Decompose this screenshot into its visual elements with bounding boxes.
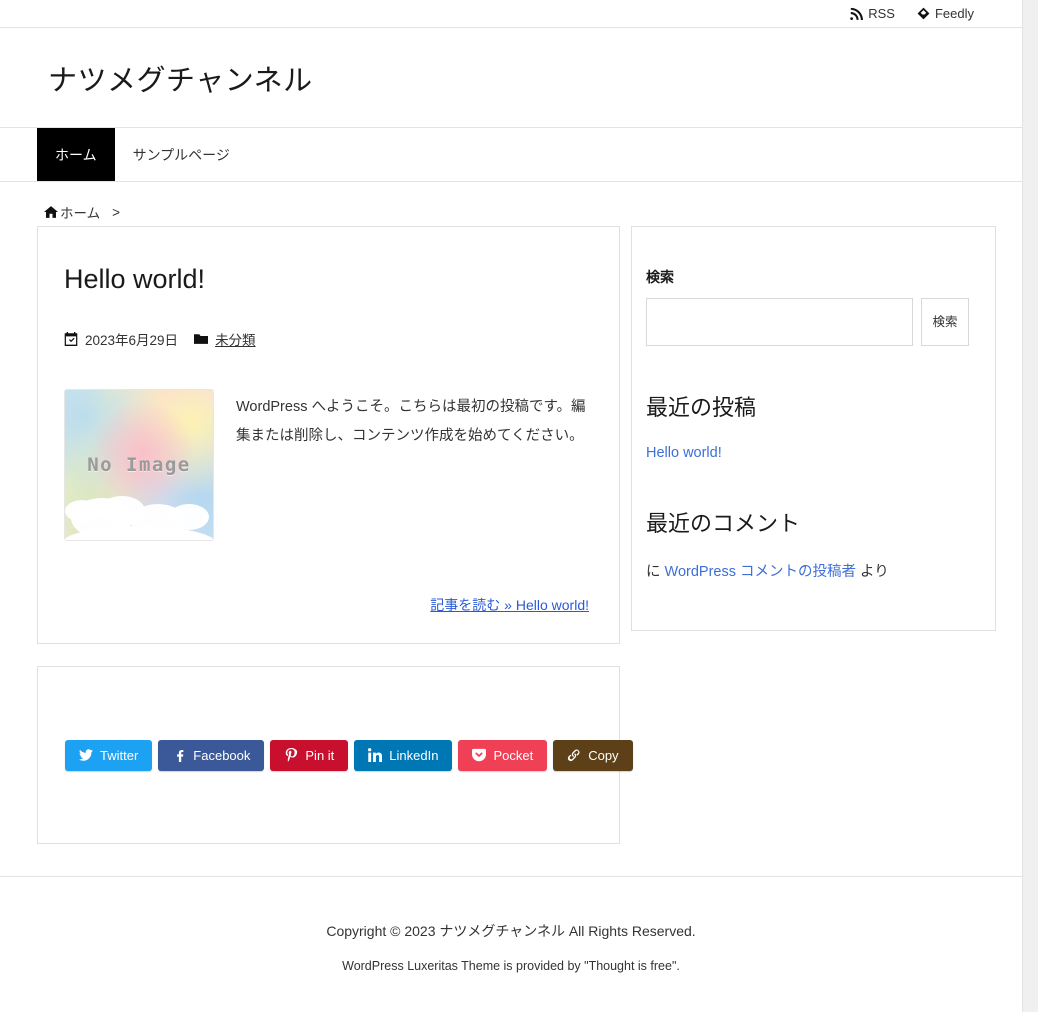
read-more-link[interactable]: 記事を読む » Hello world!	[430, 597, 589, 613]
main-navigation: ホーム サンプルページ	[0, 128, 1022, 182]
breadcrumb: ホーム >	[0, 182, 1022, 226]
feedly-link[interactable]: Feedly	[917, 7, 974, 20]
site-title[interactable]: ナツメグチャンネル	[48, 57, 313, 99]
facebook-icon	[172, 748, 186, 763]
recent-posts-widget: 最近の投稿 Hello world!	[646, 390, 969, 462]
share-button-linkedin[interactable]: LinkedIn	[354, 739, 453, 771]
recent-comments-widget: 最近のコメント に WordPress コメントの投稿者 より	[646, 506, 969, 581]
share-label: LinkedIn	[389, 747, 439, 763]
share-button-pinterest[interactable]: Pin it	[270, 739, 349, 771]
rss-link[interactable]: RSS	[850, 7, 895, 20]
comment-author-link[interactable]: WordPress コメントの投稿者	[665, 564, 856, 580]
pocket-icon	[472, 748, 487, 762]
twitter-icon	[79, 748, 93, 762]
sidebar: 検索 検索 最近の投稿 Hello world! 最近のコメント に WordP…	[631, 226, 996, 631]
folder-icon	[194, 332, 209, 346]
top-utility-bar: RSS Feedly	[0, 0, 1022, 28]
search-widget: 検索 検索	[646, 267, 969, 346]
post-body: No Image WordPress へようこそ。こちらは最初の投稿です。編集ま…	[64, 389, 589, 542]
share-button-twitter[interactable]: Twitter	[65, 739, 153, 771]
post-title[interactable]: Hello world!	[64, 263, 589, 295]
pinterest-icon	[284, 748, 298, 763]
share-label: Facebook	[193, 747, 251, 763]
main-column: Hello world! 2023年6月29日 未分類 No Image Wor…	[37, 226, 633, 845]
share-card: Twitter Facebook Pin it LinkedIn Pocket …	[37, 666, 633, 845]
breadcrumb-home-link[interactable]: ホーム	[44, 202, 100, 222]
feedly-label: Feedly	[934, 6, 974, 21]
breadcrumb-home-label: ホーム	[60, 206, 101, 221]
feedly-icon	[917, 7, 930, 20]
page-root: RSS Feedly ナツメグチャンネル ホーム サンプルページ ホーム > H…	[0, 0, 1022, 1012]
footer-copyright: Copyright © 2023 ナツメグチャンネル All Rights Re…	[326, 923, 696, 940]
rss-icon	[850, 7, 864, 20]
nav-item-home[interactable]: ホーム	[37, 128, 115, 181]
calendar-icon	[64, 332, 78, 347]
recent-comment-item: に WordPress コメントの投稿者 より	[646, 560, 969, 581]
post-category-link[interactable]: 未分類	[215, 329, 256, 349]
share-label: Twitter	[100, 747, 139, 763]
comment-prefix: に	[646, 564, 665, 580]
post-category: 未分類	[194, 329, 256, 349]
site-header: ナツメグチャンネル	[0, 28, 1022, 128]
home-icon	[44, 205, 58, 219]
search-widget-title: 検索	[646, 269, 674, 285]
comment-suffix: より	[856, 564, 889, 580]
search-row: 検索	[646, 298, 969, 346]
post-date: 2023年6月29日	[64, 329, 178, 349]
post-date-label: 2023年6月29日	[85, 333, 179, 349]
share-button-pocket[interactable]: Pocket	[458, 739, 548, 771]
share-label: Copy	[588, 747, 619, 763]
thumbnail-placeholder-label: No Image	[87, 454, 191, 477]
link-icon	[567, 748, 581, 762]
recent-post-link[interactable]: Hello world!	[646, 445, 722, 461]
footer-credit: WordPress Luxeritas Theme is provided by…	[342, 959, 680, 974]
vertical-scrollbar[interactable]	[1022, 0, 1038, 1012]
share-button-facebook[interactable]: Facebook	[158, 739, 265, 771]
search-input[interactable]	[646, 298, 913, 346]
post-card: Hello world! 2023年6月29日 未分類 No Image Wor…	[37, 226, 620, 645]
post-excerpt: WordPress へようこそ。こちらは最初の投稿です。編集または削除し、コンテ…	[236, 399, 586, 445]
share-label: Pin it	[305, 747, 335, 763]
breadcrumb-separator: >	[112, 204, 120, 220]
cloud-shape	[169, 504, 209, 531]
share-label: Pocket	[493, 747, 534, 763]
rss-label: RSS	[868, 6, 895, 21]
recent-comments-title: 最近のコメント	[646, 511, 801, 536]
site-footer: Copyright © 2023 ナツメグチャンネル All Rights Re…	[0, 876, 1022, 973]
post-thumbnail[interactable]: No Image	[64, 389, 214, 542]
share-button-row: Twitter Facebook Pin it LinkedIn Pocket …	[65, 739, 633, 771]
recent-posts-title: 最近の投稿	[646, 395, 757, 420]
nav-item-sample-page[interactable]: サンプルページ	[115, 128, 248, 181]
linkedin-icon	[368, 748, 383, 763]
content-wrapper: Hello world! 2023年6月29日 未分類 No Image Wor…	[0, 226, 1022, 845]
read-more-row: 記事を読む » Hello world!	[64, 595, 589, 615]
post-meta: 2023年6月29日 未分類	[64, 329, 589, 349]
share-button-copy[interactable]: Copy	[553, 739, 633, 771]
search-button[interactable]: 検索	[921, 298, 969, 346]
